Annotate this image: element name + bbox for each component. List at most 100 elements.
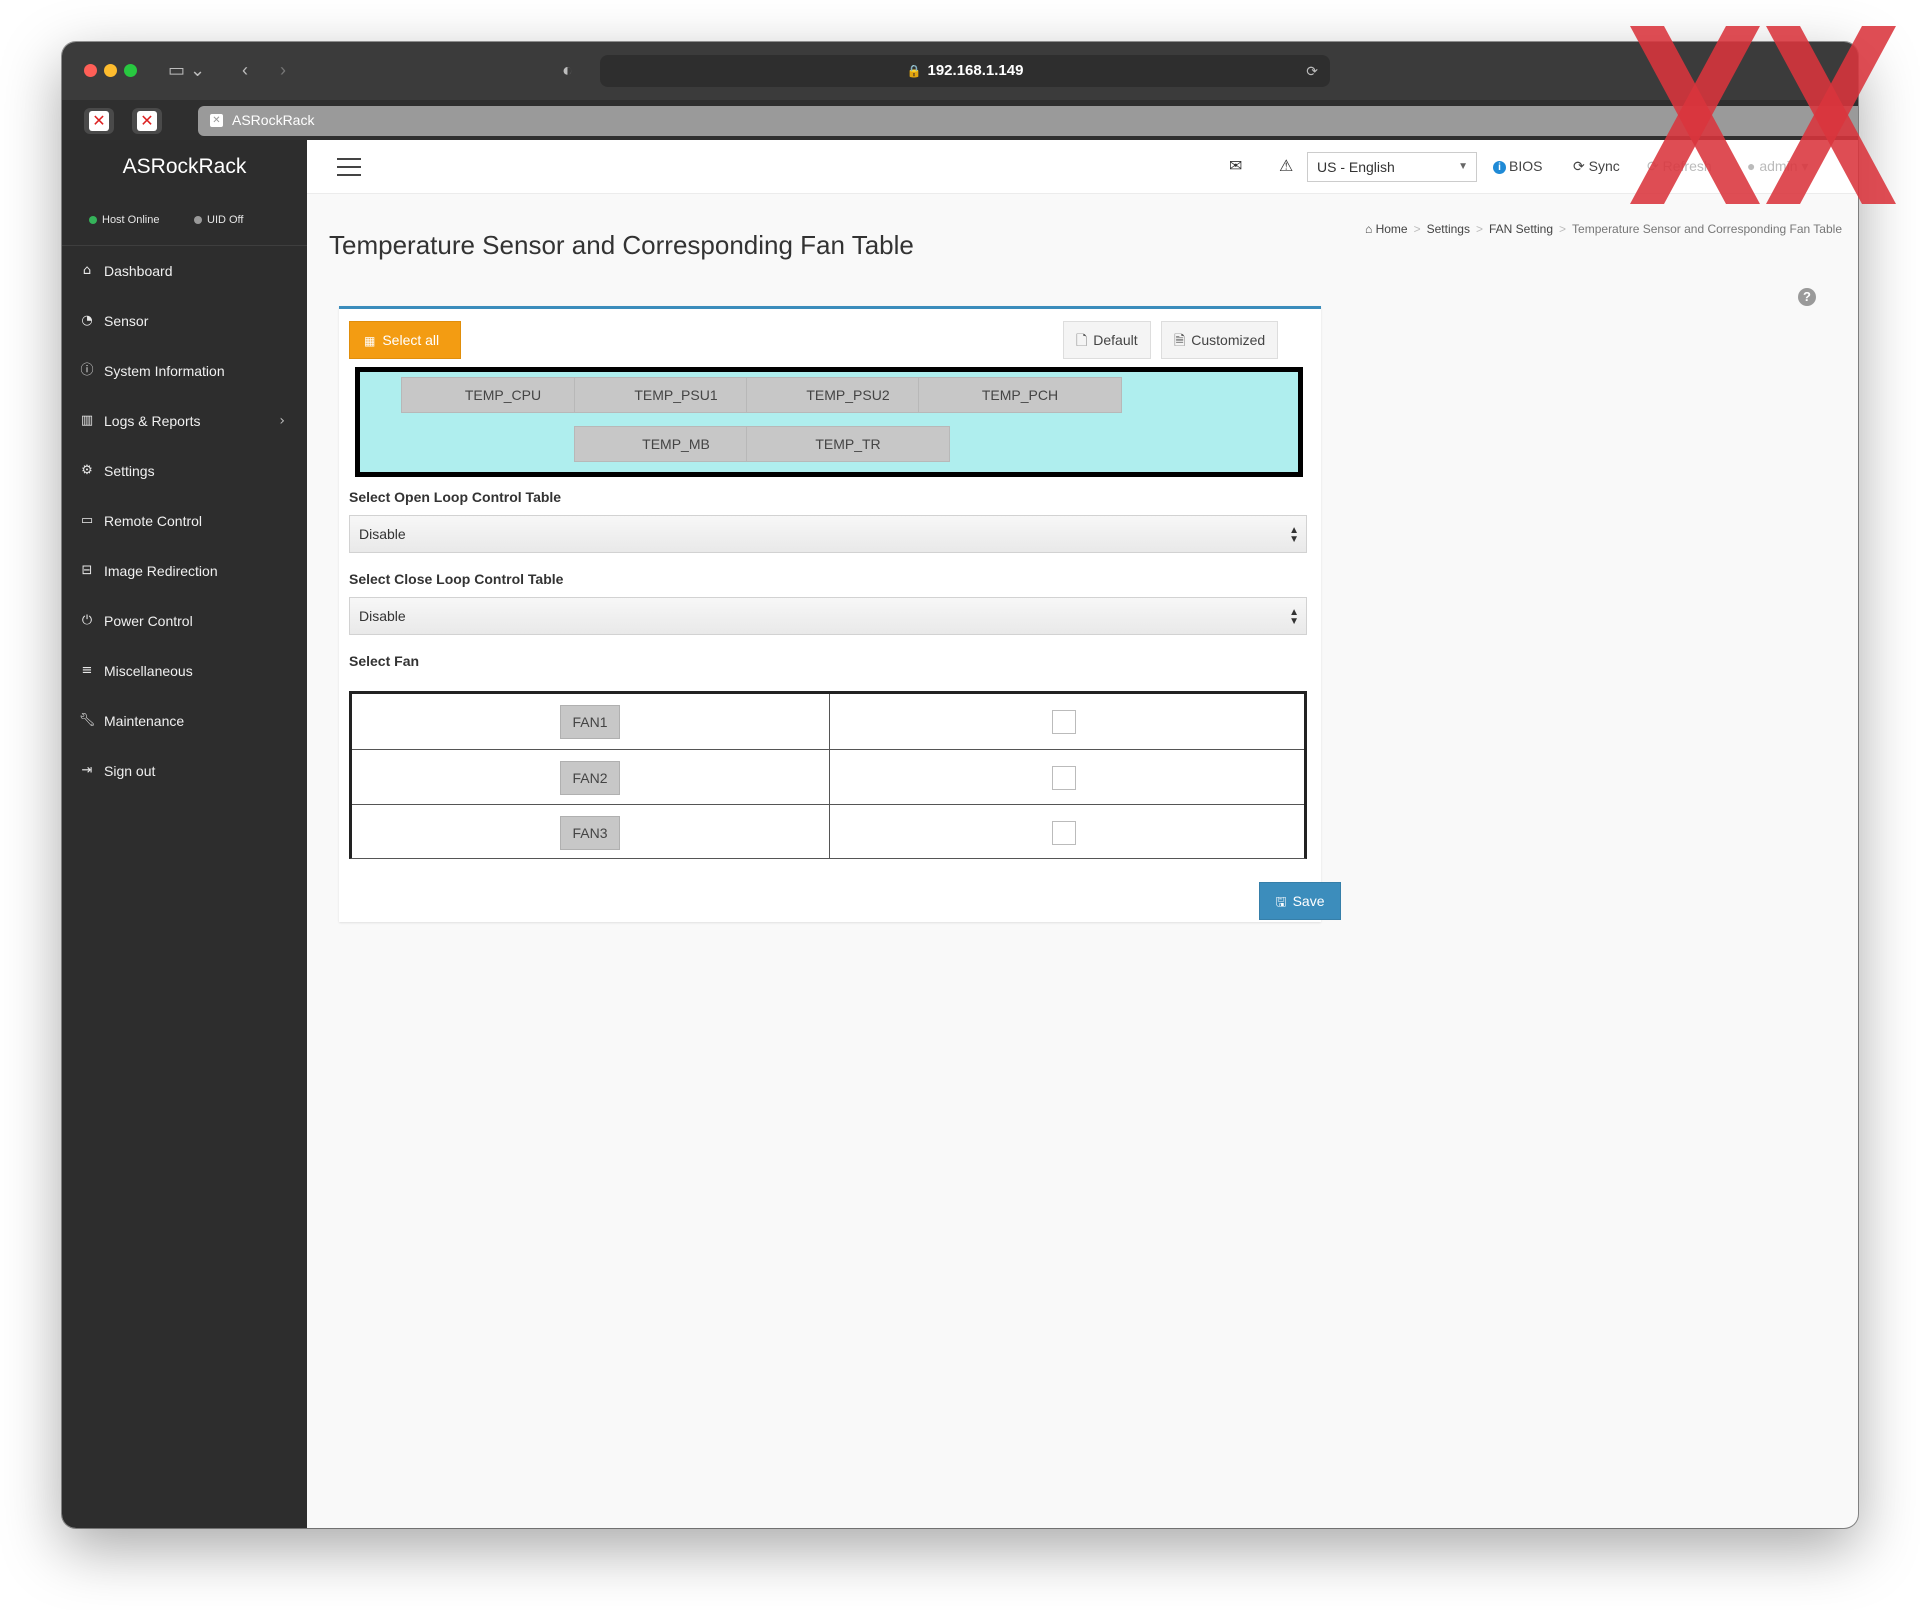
sidebar-item-label: Sensor — [104, 313, 149, 329]
fan3-checkbox[interactable] — [1052, 821, 1076, 845]
sidebar-item-dashboard[interactable]: ⌂ Dashboard — [62, 246, 307, 296]
caret-down-icon: ▼ — [1458, 161, 1468, 172]
forward-icon[interactable]: › — [280, 58, 286, 82]
menu-toggle-icon[interactable] — [337, 158, 361, 182]
fan-tag: FAN1 — [560, 705, 620, 739]
info-icon: i — [1493, 161, 1506, 174]
sidebar-item-image-redirection[interactable]: ⊟ Image Redirection — [62, 546, 307, 596]
dashboard-gauge-icon: ◔ — [81, 313, 93, 328]
refresh-icon: ⟳ — [1647, 158, 1659, 174]
tab-bar: ✕ ✕ ✕ ASRockRack — [62, 100, 1858, 140]
sidebar-item-logs-reports[interactable]: ▥ Logs & Reports › — [62, 396, 307, 446]
sensor-selection-area: TEMP_CPU TEMP_PSU1 TEMP_PSU2 TEMP_PCH TE… — [355, 367, 1303, 477]
refresh-label: Refresh — [1662, 158, 1712, 174]
sidebar-item-miscellaneous[interactable]: ≡ Miscellaneous — [62, 646, 307, 696]
pinned-tab-1[interactable]: ✕ — [84, 108, 114, 134]
customized-button[interactable]: 🗎 Customized — [1161, 321, 1279, 359]
bios-link[interactable]: i BIOS — [1493, 158, 1542, 174]
breadcrumb-current: Temperature Sensor and Corresponding Fan… — [1572, 222, 1842, 236]
fan-name-cell: FAN1 — [352, 694, 830, 749]
sync-label: Sync — [1588, 158, 1620, 174]
sidebar-item-label: Logs & Reports — [104, 413, 201, 429]
zoom-window-button[interactable] — [124, 64, 137, 77]
gear-icon: ⚙ — [81, 463, 93, 478]
grid-icon: ▦ — [364, 334, 375, 348]
open-loop-value: Disable — [359, 526, 406, 542]
caret-down-icon: ▾ — [1801, 158, 1809, 174]
sidebar-item-sign-out[interactable]: ⇥ Sign out — [62, 746, 307, 796]
save-label: Save — [1292, 893, 1325, 909]
default-button[interactable]: 🗋 Default — [1063, 321, 1151, 359]
sidebar-item-label: Dashboard — [104, 263, 173, 279]
breadcrumb-fan-setting[interactable]: FAN Setting — [1489, 222, 1553, 236]
sidebar-item-system-information[interactable]: ⓘ System Information — [62, 346, 307, 396]
close-loop-select[interactable]: Disable ▲ ▼ — [349, 597, 1307, 635]
fan-tag: FAN2 — [560, 761, 620, 795]
asrock-favicon-icon: ✕ — [89, 111, 109, 131]
sidebar-item-label: Maintenance — [104, 713, 185, 729]
sidebar-item-label: Power Control — [104, 613, 193, 629]
breadcrumb: ⌂ Home > Settings > FAN Setting > Temperature … — [1365, 222, 1842, 236]
select-fan-label: Select Fan — [349, 653, 420, 669]
sidebar-item-remote-control[interactable]: ▭ Remote Control — [62, 496, 307, 546]
sensor-temp-pch[interactable]: TEMP_PCH — [918, 377, 1122, 413]
breadcrumb-home[interactable]: Home — [1376, 222, 1408, 236]
language-value: US - English — [1317, 159, 1395, 175]
warning-icon[interactable]: ⚠ — [1279, 156, 1293, 175]
home-icon: ⌂ — [82, 263, 92, 278]
sync-link[interactable]: ⟳ Sync — [1573, 158, 1620, 175]
customized-label: Customized — [1191, 332, 1266, 348]
chevron-right-icon: › — [279, 413, 285, 429]
brand-logo[interactable]: ASRockRack — [62, 140, 307, 194]
address-bar[interactable]: 🔒 192.168.1.149 ⟳ — [600, 55, 1330, 87]
refresh-link[interactable]: ⟳ Refresh — [1647, 158, 1712, 175]
select-arrows-icon: ▲ ▼ — [1289, 607, 1299, 627]
sidebar-item-settings[interactable]: ⚙ Settings — [62, 446, 307, 496]
breadcrumb-settings[interactable]: Settings — [1427, 222, 1470, 236]
fan1-checkbox[interactable] — [1052, 710, 1076, 734]
shield-icon[interactable]: ◐ — [562, 58, 573, 82]
sidebar-item-sensor[interactable]: ◔ Sensor — [62, 296, 307, 346]
page-title: Temperature Sensor and Corresponding Fan… — [329, 230, 914, 260]
help-icon[interactable]: ? — [1798, 288, 1816, 306]
list-icon: ≡ — [81, 663, 93, 678]
sidebar-item-maintenance[interactable]: 🔧︎ Maintenance — [62, 696, 307, 746]
reload-icon[interactable]: ⟳ — [1306, 55, 1318, 87]
sidebar-toggle-icon[interactable]: ▭ ⌄ — [168, 58, 205, 82]
user-menu[interactable]: ● admin ▾ — [1747, 158, 1808, 175]
tab-title: ASRockRack — [232, 112, 315, 128]
address-text: 192.168.1.149 — [927, 62, 1024, 79]
top-navbar: ✉ ⚠ US - English ▼ i BIOS ⟳ Sync ⟳ Refresh… — [307, 140, 1858, 194]
host-status-label: Host Online — [102, 214, 160, 226]
select-arrows-icon: ▲ ▼ — [1289, 525, 1299, 545]
uid-status-label: UID Off — [207, 214, 244, 226]
sensor-temp-tr[interactable]: TEMP_TR — [746, 426, 950, 462]
back-icon[interactable]: ‹ — [242, 58, 248, 82]
language-select[interactable]: US - English ▼ — [1307, 152, 1477, 182]
select-all-button[interactable]: ▦ Select all — [349, 321, 461, 359]
sidebar-item-power-control[interactable]: ⏻ Power Control — [62, 596, 307, 646]
default-label: Default — [1093, 332, 1138, 348]
fan2-checkbox[interactable] — [1052, 766, 1076, 790]
close-loop-label: Select Close Loop Control Table — [349, 571, 564, 587]
sidebar-menu: ⌂ Dashboard ◔ Sensor ⓘ System Information ▥… — [62, 246, 307, 796]
envelope-icon[interactable]: ✉ — [1229, 156, 1242, 175]
pinned-tab-2[interactable]: ✕ — [132, 108, 162, 134]
active-tab[interactable]: ✕ ASRockRack — [198, 106, 1858, 136]
sidebar-item-label: Miscellaneous — [104, 663, 193, 679]
host-online-icon — [89, 216, 97, 225]
minimize-window-button[interactable] — [104, 64, 117, 77]
fan-name-cell: FAN2 — [352, 750, 830, 804]
asrock-favicon-icon: ✕ — [137, 111, 157, 131]
user-icon: ● — [1747, 158, 1756, 174]
open-loop-label: Select Open Loop Control Table — [349, 489, 562, 505]
close-window-button[interactable] — [84, 64, 97, 77]
power-icon: ⏻ — [81, 613, 93, 628]
host-status: Host Online — [89, 214, 159, 226]
open-loop-select[interactable]: Disable ▲ ▼ — [349, 515, 1307, 553]
sidebar-item-label: Settings — [104, 463, 155, 479]
fan-name-cell: FAN3 — [352, 805, 830, 859]
close-loop-value: Disable — [359, 608, 406, 624]
sidebar-item-label: Remote Control — [104, 513, 203, 529]
save-button[interactable]: 🖫 Save — [1259, 882, 1341, 920]
